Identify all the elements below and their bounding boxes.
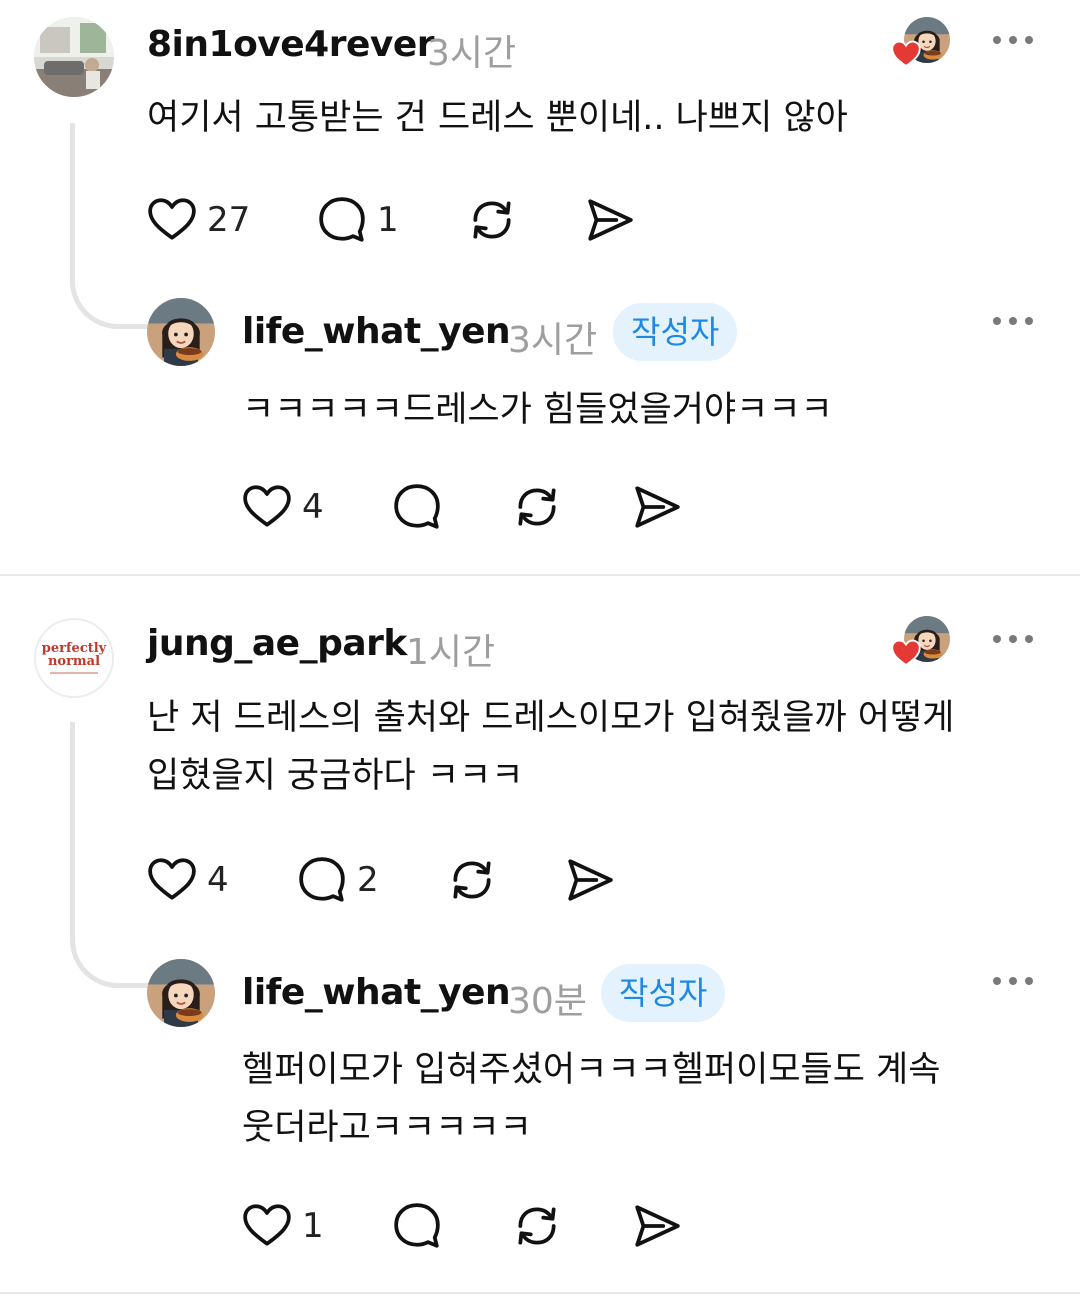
heart-icon	[243, 1204, 291, 1246]
timestamp: 1시간	[406, 632, 496, 673]
reply-button[interactable]: 2	[297, 852, 379, 908]
comment-actions: 27 1	[147, 192, 647, 248]
avatar-logo-text: normal	[47, 654, 101, 669]
send-icon	[635, 1205, 680, 1247]
reply-button[interactable]	[392, 1198, 442, 1254]
repost-icon	[473, 201, 511, 239]
repost-button[interactable]	[467, 192, 517, 248]
repost-icon	[518, 488, 556, 526]
comment-bubble-icon	[394, 1203, 440, 1248]
share-button[interactable]	[632, 1198, 682, 1254]
username[interactable]: jung_ae_park	[147, 623, 407, 664]
thread-connector	[70, 722, 150, 988]
comment-actions: 4 2	[147, 852, 627, 908]
username[interactable]: life_what_yen	[242, 972, 511, 1013]
heart-icon	[243, 485, 291, 527]
reply-actions: 4	[242, 479, 702, 535]
timestamp: 3시간	[508, 320, 598, 361]
username[interactable]: life_what_yen	[242, 311, 511, 352]
reply-text: ㅋㅋㅋㅋㅋ드레스가 힘들었을거야ㅋㅋㅋ	[242, 390, 833, 430]
like-button[interactable]: 4	[242, 479, 324, 535]
share-button[interactable]	[632, 479, 682, 535]
avatar[interactable]	[34, 17, 114, 97]
comment-text: 여기서 고통받는 건 드레스 뿐이네.. 나쁘지 않아	[147, 98, 848, 138]
more-dots-icon[interactable]	[993, 976, 1033, 986]
author-badge: 작성자	[613, 303, 738, 361]
repost-icon	[453, 861, 491, 899]
repost-icon	[518, 1207, 556, 1245]
like-count: 1	[302, 1206, 324, 1246]
comment-text: 난 저 드레스의 출처와 드레스이모가 입혀줬을까 어떻게	[147, 698, 955, 738]
more-dots-icon[interactable]	[993, 316, 1033, 326]
heart-icon	[148, 198, 196, 240]
author-badge: 작성자	[601, 964, 726, 1022]
avatar[interactable]: perfectly normal	[34, 618, 114, 698]
repost-button[interactable]	[447, 852, 497, 908]
thread-divider	[0, 1292, 1080, 1294]
reply-button[interactable]: 1	[317, 192, 399, 248]
avatar[interactable]	[147, 298, 215, 366]
send-icon	[568, 859, 613, 901]
repost-button[interactable]	[512, 1198, 562, 1254]
comment-bubble-icon	[394, 484, 440, 529]
reply-count: 2	[357, 860, 379, 900]
like-button[interactable]: 1	[242, 1198, 324, 1254]
comment-bubble-icon	[299, 857, 345, 902]
like-count: 4	[302, 487, 324, 527]
more-dots-icon[interactable]	[993, 634, 1033, 644]
like-count: 4	[207, 860, 229, 900]
share-button[interactable]	[565, 852, 615, 908]
author-liked-heart-icon	[890, 616, 952, 668]
author-liked-heart-icon	[890, 17, 952, 69]
heart-icon	[148, 858, 196, 900]
comment-text: 입혔을지 궁금하다 ㅋㅋㅋ	[147, 756, 524, 796]
reply-text: 웃더라고ㅋㅋㅋㅋㅋ	[242, 1108, 532, 1148]
reply-text: 헬퍼이모가 입혀주셨어ㅋㅋㅋ헬퍼이모들도 계속	[242, 1050, 941, 1090]
send-icon	[635, 486, 680, 528]
comment-thread: perfectly normal jung_ae_park 1시간 난 저 드레…	[0, 576, 1080, 1288]
share-button[interactable]	[585, 192, 635, 248]
comment-thread: 8in1ove4rever 3시간 여기서 고통받는 건 드레스 뿐이네.. 나…	[0, 0, 1080, 575]
timestamp: 30분	[508, 981, 587, 1022]
like-button[interactable]: 4	[147, 852, 229, 908]
thread-connector	[70, 123, 150, 329]
send-icon	[588, 199, 633, 241]
repost-button[interactable]	[512, 479, 562, 535]
reply-actions: 1	[242, 1198, 702, 1254]
avatar[interactable]	[147, 959, 215, 1027]
username[interactable]: 8in1ove4rever	[147, 24, 435, 65]
reply-button[interactable]	[392, 479, 442, 535]
reply-count: 1	[377, 200, 399, 240]
comment-bubble-icon	[319, 197, 365, 242]
like-count: 27	[207, 200, 251, 240]
more-dots-icon[interactable]	[993, 35, 1033, 45]
timestamp: 3시간	[427, 33, 517, 74]
like-button[interactable]: 27	[147, 192, 250, 248]
